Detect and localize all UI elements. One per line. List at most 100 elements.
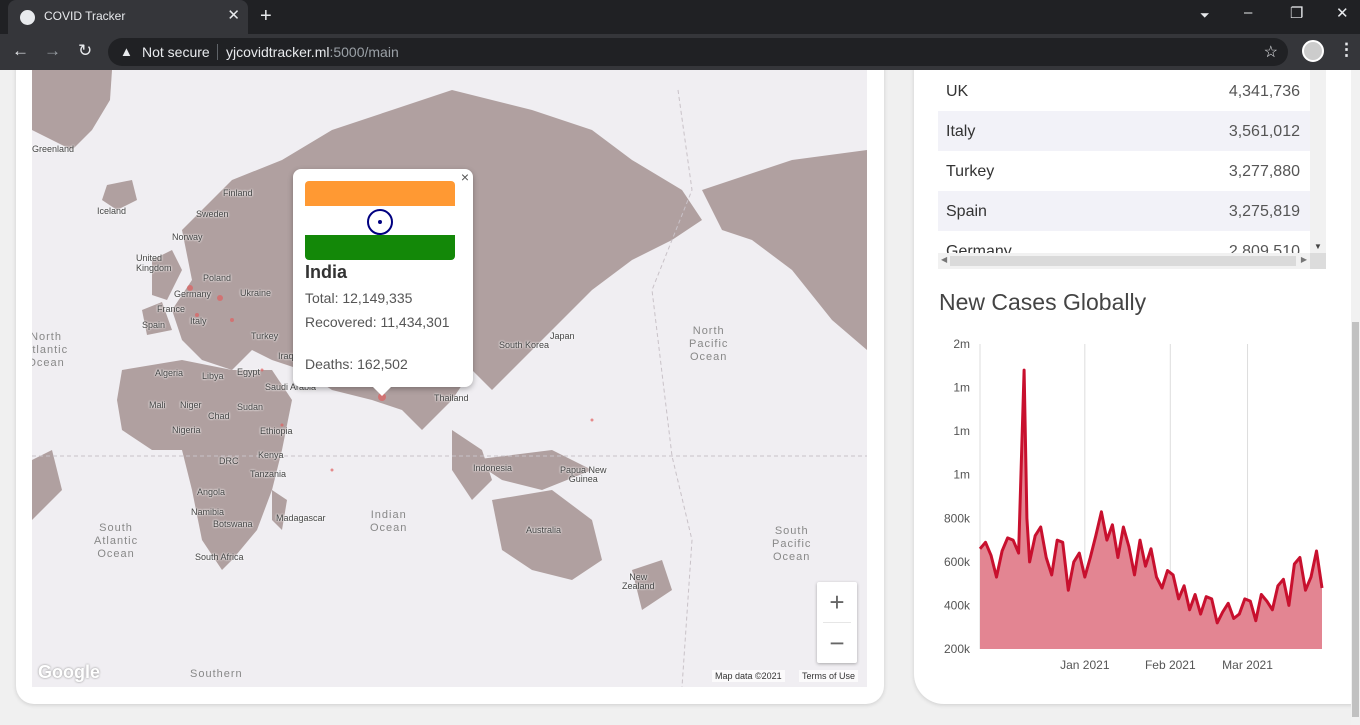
x-tick-label: Jan 2021 [1060, 658, 1110, 672]
plus-icon[interactable]: + [260, 5, 272, 28]
map-label-poland: Poland [203, 273, 232, 283]
map-label-australia: Australia [526, 525, 562, 535]
map-label-south-africa: South Africa [195, 552, 244, 562]
divider [217, 44, 218, 60]
scrollbar-thumb[interactable] [1352, 322, 1359, 717]
maximize-icon[interactable]: ❐ [1290, 4, 1303, 22]
reload-icon[interactable]: ↻ [78, 41, 92, 61]
menu-icon[interactable]: ⋮ [1338, 40, 1355, 60]
scrollbar-thumb[interactable] [950, 256, 1296, 266]
map-label-ethiopia: Ethiopia [260, 426, 293, 436]
minimize-icon[interactable]: – [1244, 4, 1252, 21]
popup-total: Total: 12,149,335 [305, 290, 413, 306]
map-label-iceland: Iceland [97, 206, 127, 216]
ocean-north-atlantic: North Atlantic Ocean [32, 331, 69, 369]
url-path: :5000/main [329, 44, 399, 60]
scroll-down-icon[interactable]: ▼ [1314, 242, 1322, 251]
map-label-madagascar: Madagascar [276, 513, 326, 523]
close-icon[interactable]: ✕ [227, 6, 240, 26]
page: Greenland Iceland Finland Sweden Norway … [0, 70, 1360, 725]
scrollbar-corner [1310, 253, 1326, 269]
map-label-iraq: Iraq [278, 351, 294, 361]
cases-cell: 3,277,880 [1228, 163, 1300, 180]
map-label-ukraine: Ukraine [240, 288, 272, 298]
map-label-angola: Angola [197, 487, 226, 497]
country-cell: Italy [946, 123, 976, 140]
address-bar[interactable]: ▲ Not secure yjcovidtracker.ml:5000/main… [108, 38, 1288, 66]
scroll-left-icon[interactable]: ◀ [941, 255, 947, 264]
ocean-south-atlantic: South Atlantic Ocean [94, 522, 139, 560]
map-label-finland: Finland [223, 188, 253, 198]
y-tick-label: 600k [944, 555, 971, 569]
map-label-thailand: Thailand [434, 393, 469, 403]
table-vertical-scrollbar[interactable]: ▼ [1310, 70, 1326, 253]
new-cases-chart: 2m 1m 1m 1m 800k 600k 400k 200k Jan 2021 Feb 2021… [944, 337, 1324, 672]
table-row[interactable]: Spain 3,275,819 [938, 191, 1310, 231]
map-label-png: Papua New Guinea [560, 465, 607, 484]
map-label-indonesia: Indonesia [473, 463, 513, 473]
browser-tab[interactable]: COVID Tracker ✕ [8, 0, 248, 34]
close-window-icon[interactable]: ✕ [1336, 4, 1349, 22]
forward-icon[interactable]: → [44, 41, 61, 61]
y-tick-label: 1m [953, 468, 970, 482]
map-label-sudan: Sudan [237, 402, 264, 412]
map-label-niger: Niger [180, 400, 202, 410]
warning-icon[interactable]: ▲ [120, 44, 133, 59]
map-label-namibia: Namibia [191, 507, 225, 517]
country-cell: Turkey [946, 163, 995, 180]
zoom-out-button[interactable]: − [817, 623, 857, 663]
cases-cell: 3,275,819 [1228, 203, 1300, 220]
ocean-southern: Southern [190, 668, 243, 680]
cases-cell: 4,341,736 [1228, 83, 1300, 100]
security-label[interactable]: Not secure [142, 44, 210, 60]
map-label-drc: DRC [219, 456, 239, 466]
table-row[interactable]: Turkey 3,277,880 [938, 151, 1310, 191]
scroll-right-icon[interactable]: ▶ [1301, 255, 1307, 264]
url-host: yjcovidtracker.ml [226, 44, 330, 60]
y-tick-label: 2m [953, 337, 970, 351]
map-label-france: France [157, 304, 186, 314]
browser-titlebar: COVID Tracker ✕ + ⏷ – ❐ ✕ [0, 0, 1360, 34]
map-label-uk: United Kingdom [136, 253, 172, 273]
star-icon[interactable]: ☆ [1264, 42, 1278, 62]
map-label-germany: Germany [174, 289, 212, 299]
map-label-japan: Japan [550, 331, 575, 341]
country-cases-table[interactable]: UK 4,341,736 Italy 3,561,012 Turkey 3,277,8… [938, 70, 1326, 270]
country-cell: UK [946, 83, 969, 100]
y-tick-label: 1m [953, 424, 970, 438]
map-label-sweden: Sweden [196, 209, 229, 219]
map-label-nigeria: Nigeria [172, 425, 201, 435]
y-tick-label: 400k [944, 598, 971, 612]
cases-cell: 3,561,012 [1228, 123, 1300, 140]
table-horizontal-scrollbar[interactable]: ◀ ▶ [938, 253, 1310, 269]
ocean-north-pacific: North Pacific Ocean [689, 325, 729, 363]
ocean-south-pacific: South Pacific Ocean [772, 525, 812, 563]
tab-title: COVID Tracker [44, 9, 126, 23]
zoom-in-button[interactable]: + [817, 582, 857, 622]
ocean-indian: Indian Ocean [370, 509, 408, 534]
x-tick-label: Mar 2021 [1222, 658, 1273, 672]
map-label-norway: Norway [172, 232, 203, 242]
favicon-icon [20, 10, 35, 25]
tab-search-icon[interactable]: ⏷ [1200, 8, 1210, 23]
table-row[interactable]: Italy 3,561,012 [938, 111, 1310, 151]
map-label-kenya: Kenya [258, 450, 284, 460]
page-scrollbar[interactable] [1351, 70, 1360, 725]
chakra-icon [367, 209, 393, 236]
profile-icon[interactable] [1302, 40, 1324, 62]
back-icon[interactable]: ← [12, 41, 29, 61]
y-tick-label: 800k [944, 511, 971, 525]
popup-country-name: India [305, 262, 348, 282]
map-label-chad: Chad [208, 411, 230, 421]
zoom-control: + − [817, 582, 857, 663]
y-tick-label: 1m [953, 381, 970, 395]
close-icon[interactable]: × [461, 169, 469, 185]
terms-of-use-link[interactable]: Terms of Use [799, 670, 859, 682]
url-text[interactable]: yjcovidtracker.ml:5000/main [226, 44, 399, 60]
map-data-attribution: Map data ©2021 [712, 670, 785, 682]
y-tick-label: 200k [944, 642, 971, 656]
popup-deaths: Deaths: 162,502 [305, 356, 408, 372]
table-row[interactable]: UK 4,341,736 [938, 71, 1310, 111]
country-info-popup: × India Total: 12,149,335 Recovered: 11,… [293, 169, 473, 396]
world-map[interactable]: Greenland Iceland Finland Sweden Norway … [32, 70, 867, 687]
